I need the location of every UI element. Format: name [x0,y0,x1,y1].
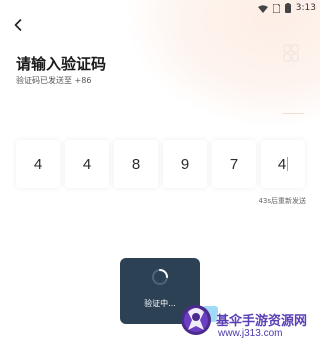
decor-divider [282,113,304,114]
sim-card-icon [272,0,281,17]
spinner-icon [151,268,169,286]
code-digit: 9 [180,155,190,173]
code-digit-box[interactable]: 7 [212,140,256,188]
page-title: 请输入验证码 [16,55,107,73]
resend-countdown[interactable]: 43s后重新发送 [258,196,306,206]
code-digit-box-active[interactable]: 4 [261,140,305,188]
chevron-left-icon [14,16,22,35]
text-caret [287,157,289,171]
code-digit-box[interactable]: 4 [65,140,109,188]
watermark-title: 基伞手游资源网 [216,314,308,329]
back-button[interactable] [8,15,28,35]
code-digit: 4 [277,155,287,173]
watermark-url: www.j313.com [218,328,283,339]
battery-icon [284,0,291,17]
code-digit-box[interactable]: 9 [163,140,207,188]
code-digit: 8 [131,155,141,173]
wifi-icon [257,0,268,17]
code-digit: 7 [229,155,239,173]
phone-decoration-icon [283,44,299,62]
watermark: 基伞手游资源网 www.j313.com [178,294,320,345]
page-subtitle: 验证码已发送至 +86 [16,76,92,85]
header-decoration [130,0,320,125]
code-digit-box[interactable]: 8 [114,140,158,188]
code-digit: 4 [33,155,43,173]
code-digit-box[interactable]: 4 [16,140,60,188]
status-bar: 3:13 [0,0,320,16]
code-digit: 4 [82,155,92,173]
verification-code-input[interactable]: 4 4 8 9 7 4 [16,140,306,188]
status-time: 3:13 [295,2,316,13]
